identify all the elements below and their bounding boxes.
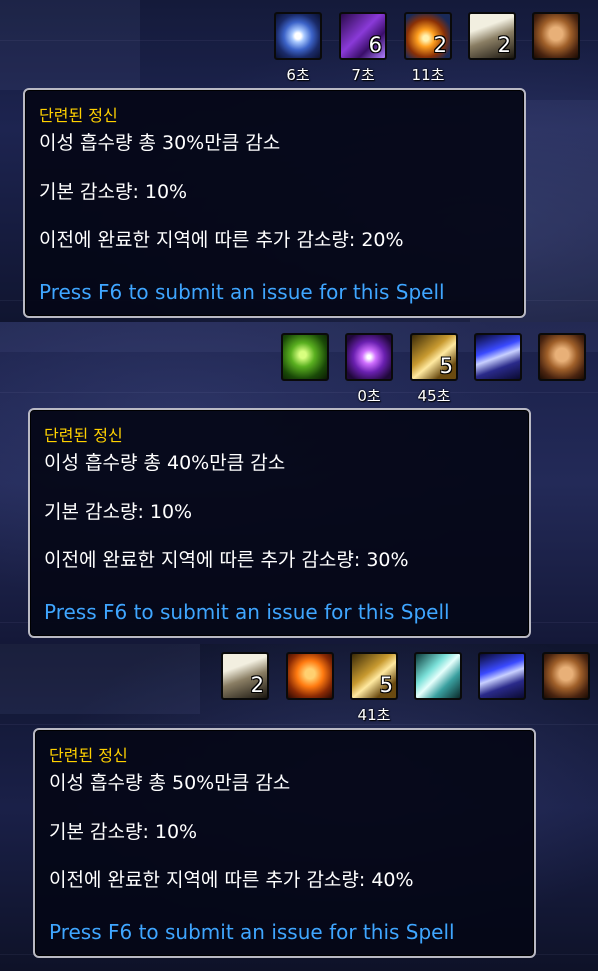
tooltip-base-reduction: 기본 감소량: 10% <box>49 821 198 843</box>
aura-stack-count: 6 <box>368 33 382 57</box>
tooltip-base-reduction: 기본 감소량: 10% <box>44 501 193 523</box>
blue-crystals-icon[interactable] <box>474 333 522 381</box>
tooltip-title: 단련된 정신 <box>49 746 128 765</box>
tooltip-total-reduction: 이성 흡수량 총 50%만큼 감소 <box>49 772 291 794</box>
golden-blades-icon[interactable]: 5 <box>410 333 458 381</box>
submit-issue-link[interactable]: Press F6 to submit an issue for this Spe… <box>49 920 455 944</box>
aura-duration: 6초 <box>286 66 310 84</box>
aura-stack-count: 2 <box>497 33 511 57</box>
arcane-swirl-icon[interactable] <box>274 12 322 60</box>
screenshot-panel-2: 5 0초 45초 단련된 정신 이성 흡수량 총 40%만큼 감소 기본 감소량… <box>0 322 598 644</box>
spell-tooltip: 단련된 정신 이성 흡수량 총 30%만큼 감소 기본 감소량: 10% 이전에… <box>23 88 526 318</box>
tooltip-total-reduction: 이성 흡수량 총 30%만큼 감소 <box>39 132 281 154</box>
aura-duration: 41초 <box>357 706 391 724</box>
background-wall <box>0 644 200 714</box>
spell-tooltip: 단련된 정신 이성 흡수량 총 50%만큼 감소 기본 감소량: 10% 이전에… <box>33 728 536 958</box>
spell-tooltip: 단련된 정신 이성 흡수량 총 40%만큼 감소 기본 감소량: 10% 이전에… <box>28 408 531 638</box>
bearded-face-icon[interactable] <box>538 333 586 381</box>
background-wall <box>0 0 140 90</box>
horse-rider-icon[interactable]: 2 <box>468 12 516 60</box>
blue-crystals-icon[interactable] <box>478 652 526 700</box>
golden-blades-icon[interactable]: 5 <box>350 652 398 700</box>
aura-stack-count: 5 <box>439 354 453 378</box>
aura-duration: 0초 <box>357 387 381 405</box>
aura-stack-count: 2 <box>250 673 264 697</box>
tooltip-zone-reduction: 이전에 완료한 지역에 따른 추가 감소량: 30% <box>44 549 409 571</box>
aura-duration: 45초 <box>417 387 451 405</box>
aura-stack-count: 2 <box>433 33 447 57</box>
bearded-face-icon[interactable] <box>542 652 590 700</box>
submit-issue-link[interactable]: Press F6 to submit an issue for this Spe… <box>39 280 445 304</box>
fire-orb-icon[interactable]: 2 <box>404 12 452 60</box>
aura-duration: 11초 <box>411 66 445 84</box>
violet-star-icon[interactable] <box>345 333 393 381</box>
horse-rider-icon[interactable]: 2 <box>221 652 269 700</box>
flame-face-icon[interactable] <box>286 652 334 700</box>
submit-issue-link[interactable]: Press F6 to submit an issue for this Spe… <box>44 600 450 624</box>
tooltip-zone-reduction: 이전에 완료한 지역에 따른 추가 감소량: 40% <box>49 869 414 891</box>
background-line <box>0 724 598 725</box>
tooltip-total-reduction: 이성 흡수량 총 40%만큼 감소 <box>44 452 286 474</box>
tooltip-zone-reduction: 이전에 완료한 지역에 따른 추가 감소량: 20% <box>39 229 404 251</box>
bearded-face-icon[interactable] <box>532 12 580 60</box>
aura-stack-count: 5 <box>379 673 393 697</box>
purple-rune-icon[interactable]: 6 <box>339 12 387 60</box>
background-line <box>0 392 598 393</box>
green-burst-icon[interactable] <box>281 333 329 381</box>
tooltip-base-reduction: 기본 감소량: 10% <box>39 181 188 203</box>
tooltip-title: 단련된 정신 <box>44 426 123 445</box>
screenshot-panel-1: 6 2 2 6초 7초 11초 단련된 정신 이성 흡수량 총 30%만큼 감소… <box>0 0 598 322</box>
screenshot-panel-3: 2 5 41초 단련된 정신 이성 흡수량 총 50%만큼 감소 기본 감소량:… <box>0 644 598 971</box>
aura-duration: 7초 <box>351 66 375 84</box>
frost-swirl-icon[interactable] <box>414 652 462 700</box>
tooltip-title: 단련된 정신 <box>39 106 118 125</box>
